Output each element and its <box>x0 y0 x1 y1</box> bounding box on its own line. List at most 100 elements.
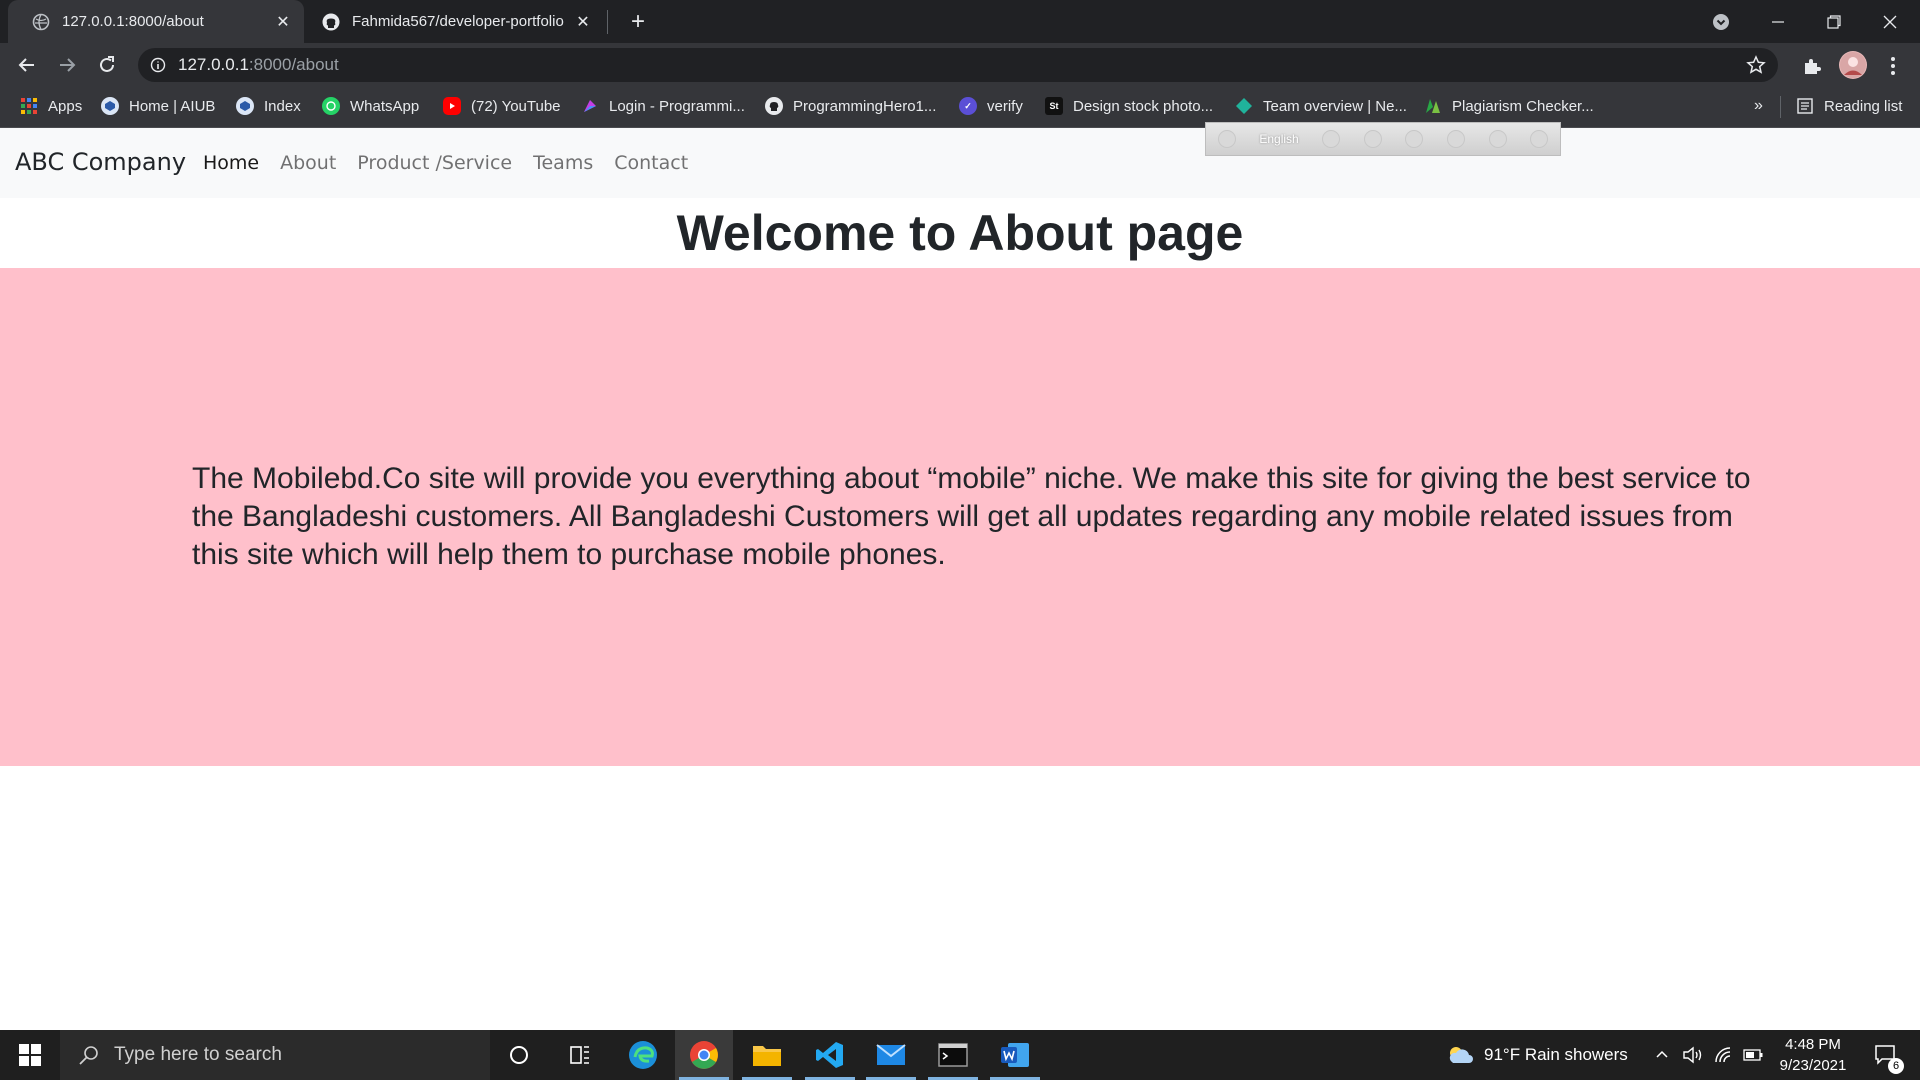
nav-link-contact[interactable]: Contact <box>614 152 688 174</box>
bookmark-label: ProgrammingHero1... <box>793 97 937 115</box>
browser-window: 127.0.0.1:8000/about ✕ Fahmida567/develo… <box>0 0 1920 1030</box>
ime-mode-icon[interactable] <box>1217 130 1236 148</box>
tab-separator <box>607 10 608 34</box>
bookmark-home-aiub[interactable]: Home | AIUB <box>101 88 215 124</box>
address-bar[interactable]: 127.0.0.1:8000/about <box>138 48 1778 82</box>
youtube-icon <box>443 97 461 115</box>
back-button[interactable] <box>11 49 43 81</box>
profile-avatar[interactable] <box>1839 51 1867 79</box>
globe-icon <box>32 13 50 31</box>
about-content-section: The Mobilebd.Co site will provide you ev… <box>0 268 1920 766</box>
new-tab-button[interactable]: + <box>624 8 652 36</box>
aiub-icon <box>236 97 254 115</box>
github-icon <box>765 97 783 115</box>
close-tab-icon[interactable]: ✕ <box>272 11 294 33</box>
site-nav-links: Home About Product /Service Teams Contac… <box>203 152 688 174</box>
volume-icon[interactable] <box>1683 1030 1705 1080</box>
show-hidden-icons-chevron-icon[interactable] <box>1654 1030 1670 1080</box>
file-explorer-icon[interactable] <box>738 1030 796 1080</box>
chrome-app-icon[interactable] <box>675 1030 733 1080</box>
bookmark-label: Home | AIUB <box>129 97 216 115</box>
rain-cloud-icon <box>1446 1044 1474 1066</box>
ime-settings-icon[interactable] <box>1405 130 1424 148</box>
start-button[interactable] <box>0 1030 60 1080</box>
close-window-icon[interactable] <box>1862 0 1918 43</box>
netlify-icon <box>1235 97 1253 115</box>
plagiarism-icon <box>1424 97 1442 115</box>
bookmarks-bar: Apps Home | AIUB Index WhatsApp (72) You… <box>0 88 1920 128</box>
vscode-app-icon[interactable] <box>801 1030 859 1080</box>
bookmark-youtube[interactable]: (72) YouTube <box>443 88 561 124</box>
bookmark-login-programming[interactable]: Login - Programmi... <box>581 88 745 124</box>
reading-list-label: Reading list <box>1824 97 1903 115</box>
tab-github[interactable]: Fahmida567/developer-portfolio ✕ <box>304 0 604 43</box>
edge-app-icon[interactable] <box>614 1030 672 1080</box>
ime-language-bar[interactable]: English <box>1205 122 1561 156</box>
bookmark-label: verify <box>987 97 1023 115</box>
bookmark-design-stock[interactable]: St Design stock photo... <box>1045 88 1213 124</box>
page-title: Welcome to About page <box>676 205 1244 261</box>
weather-text: 91°F Rain showers <box>1484 1045 1628 1064</box>
url-text: 127.0.0.1:8000/about <box>178 55 339 74</box>
ime-browser-icon[interactable] <box>1447 130 1466 148</box>
reading-list-button[interactable]: Reading list <box>1796 88 1902 124</box>
programming-hero-icon <box>581 97 599 115</box>
clock-date: 9/23/2021 <box>1779 1057 1847 1074</box>
taskbar-clock[interactable]: 4:48 PM 9/23/2021 <box>1768 1034 1858 1076</box>
site-brand[interactable]: ABC Company <box>15 148 186 176</box>
clock-time: 4:48 PM <box>1785 1036 1841 1053</box>
notification-center-button[interactable]: 6 <box>1866 1030 1906 1080</box>
about-paragraph: The Mobilebd.Co site will provide you ev… <box>192 462 1751 571</box>
ime-info-icon[interactable] <box>1530 130 1549 148</box>
word-app-icon[interactable] <box>986 1030 1044 1080</box>
windows-logo-icon <box>19 1044 41 1066</box>
extensions-puzzle-icon[interactable] <box>1799 53 1825 79</box>
verify-icon: ✓ <box>959 97 977 115</box>
ime-tool-icon[interactable] <box>1363 130 1382 148</box>
wifi-icon[interactable] <box>1714 1030 1734 1080</box>
forward-button[interactable] <box>51 49 83 81</box>
bookmark-star-icon[interactable] <box>1746 55 1766 75</box>
bookmark-separator <box>1780 96 1781 118</box>
menu-kebab-icon[interactable] <box>1880 53 1906 79</box>
bookmark-programminghero-github[interactable]: ProgrammingHero1... <box>765 88 936 124</box>
ime-help-icon[interactable] <box>1488 130 1507 148</box>
bookmark-label: Plagiarism Checker... <box>1452 97 1594 115</box>
page-viewport: ABC Company Home About Product /Service … <box>0 122 1920 1030</box>
close-tab-icon[interactable]: ✕ <box>572 11 594 33</box>
restore-icon[interactable] <box>1806 0 1862 43</box>
bookmark-index[interactable]: Index <box>236 88 301 124</box>
tab-search-icon[interactable] <box>1693 0 1749 43</box>
search-placeholder: Type here to search <box>114 1044 282 1065</box>
ime-language-label[interactable]: English <box>1259 132 1298 146</box>
site-info-icon[interactable] <box>150 57 166 73</box>
ime-keyboard-icon[interactable] <box>1322 130 1341 148</box>
bookmarks-overflow-button[interactable]: » <box>1754 88 1763 124</box>
nav-link-teams[interactable]: Teams <box>533 152 593 174</box>
nav-link-about[interactable]: About <box>280 152 336 174</box>
notification-count-badge: 6 <box>1888 1058 1904 1074</box>
bookmark-team-overview[interactable]: Team overview | Ne... <box>1235 88 1407 124</box>
cortana-button[interactable] <box>490 1030 548 1080</box>
nav-link-home[interactable]: Home <box>203 152 259 174</box>
bookmark-label: Design stock photo... <box>1073 97 1214 115</box>
bookmark-label: Index <box>264 97 301 115</box>
bookmark-verify[interactable]: ✓ verify <box>959 88 1023 124</box>
github-icon <box>322 13 340 31</box>
search-icon <box>78 1044 100 1066</box>
bookmark-whatsapp[interactable]: WhatsApp <box>322 88 419 124</box>
minimize-icon[interactable] <box>1750 0 1806 43</box>
battery-icon[interactable] <box>1743 1030 1763 1080</box>
weather-widget[interactable]: 91°F Rain showers <box>1446 1030 1628 1080</box>
reload-button[interactable] <box>91 49 123 81</box>
taskbar-search-box[interactable]: Type here to search <box>60 1030 490 1080</box>
nav-link-product-service[interactable]: Product /Service <box>357 152 512 174</box>
terminal-app-icon[interactable] <box>924 1030 982 1080</box>
bookmark-plagiarism-checker[interactable]: Plagiarism Checker... <box>1424 88 1594 124</box>
bookmark-apps[interactable]: Apps <box>20 88 82 124</box>
windows-taskbar: Type here to search 91°F Rain showers 4:… <box>0 1030 1920 1080</box>
tab-about[interactable]: 127.0.0.1:8000/about ✕ <box>8 0 304 43</box>
whatsapp-icon <box>322 97 340 115</box>
task-view-button[interactable] <box>551 1030 609 1080</box>
mail-app-icon[interactable] <box>862 1030 920 1080</box>
